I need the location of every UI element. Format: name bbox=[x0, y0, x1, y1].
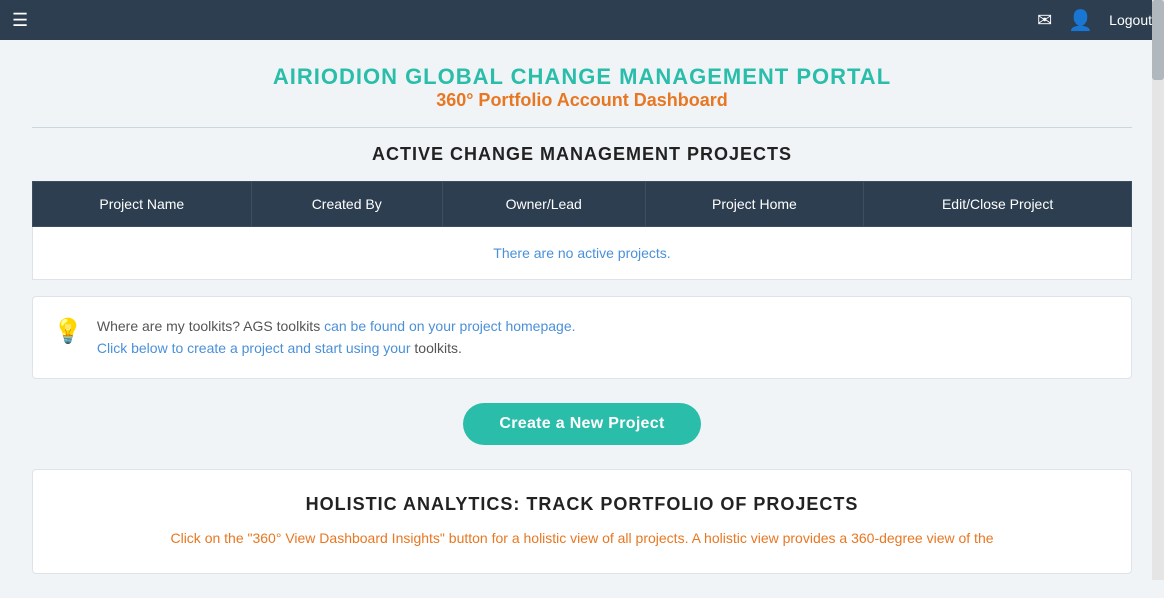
user-account-icon[interactable]: 👤 bbox=[1068, 8, 1093, 33]
active-projects-section: ACTIVE CHANGE MANAGEMENT PROJECTS Projec… bbox=[32, 144, 1132, 280]
mail-icon[interactable]: ✉ bbox=[1037, 10, 1052, 31]
table-row: There are no active projects. bbox=[33, 227, 1132, 280]
toolkit-info-box: 💡 Where are my toolkits? AGS toolkits ca… bbox=[32, 296, 1132, 379]
empty-message: There are no active projects. bbox=[33, 227, 1132, 280]
portal-title-main: AIRIODION GLOBAL CHANGE MANAGEMENT PORTA… bbox=[32, 64, 1132, 90]
toolkit-line2: Click below to create a project and star… bbox=[97, 340, 462, 356]
toolkit-line1: Where are my toolkits? AGS toolkits can … bbox=[97, 318, 576, 334]
col-owner-lead: Owner/Lead bbox=[442, 182, 645, 227]
table-header-row: Project Name Created By Owner/Lead Proje… bbox=[33, 182, 1132, 227]
col-project-home: Project Home bbox=[645, 182, 864, 227]
projects-table: Project Name Created By Owner/Lead Proje… bbox=[32, 181, 1132, 280]
holistic-analytics-heading: HOLISTIC ANALYTICS: TRACK PORTFOLIO OF P… bbox=[53, 494, 1111, 515]
scrollbar-thumb[interactable] bbox=[1152, 0, 1164, 80]
logout-button[interactable]: Logout bbox=[1109, 12, 1152, 28]
active-projects-heading: ACTIVE CHANGE MANAGEMENT PROJECTS bbox=[32, 144, 1132, 165]
lightbulb-icon: 💡 bbox=[53, 317, 83, 346]
hamburger-menu-icon[interactable]: ☰ bbox=[12, 10, 28, 31]
top-navigation: ☰ ✉ 👤 Logout bbox=[0, 0, 1164, 40]
main-content: AIRIODION GLOBAL CHANGE MANAGEMENT PORTA… bbox=[0, 40, 1164, 598]
create-button-container: Create a New Project bbox=[32, 403, 1132, 445]
holistic-analytics-description: Click on the "360° View Dashboard Insigh… bbox=[53, 527, 1111, 549]
col-project-name: Project Name bbox=[33, 182, 252, 227]
divider bbox=[32, 127, 1132, 128]
portal-title: AIRIODION GLOBAL CHANGE MANAGEMENT PORTA… bbox=[32, 64, 1132, 111]
create-new-project-button[interactable]: Create a New Project bbox=[463, 403, 700, 445]
col-created-by: Created By bbox=[251, 182, 442, 227]
portal-title-sub: 360° Portfolio Account Dashboard bbox=[32, 90, 1132, 111]
nav-left: ☰ bbox=[12, 10, 28, 31]
scrollbar-track[interactable] bbox=[1152, 0, 1164, 580]
nav-right: ✉ 👤 Logout bbox=[1037, 8, 1152, 33]
toolkit-description: Where are my toolkits? AGS toolkits can … bbox=[97, 315, 576, 360]
holistic-analytics-section: HOLISTIC ANALYTICS: TRACK PORTFOLIO OF P… bbox=[32, 469, 1132, 574]
col-edit-close: Edit/Close Project bbox=[864, 182, 1132, 227]
